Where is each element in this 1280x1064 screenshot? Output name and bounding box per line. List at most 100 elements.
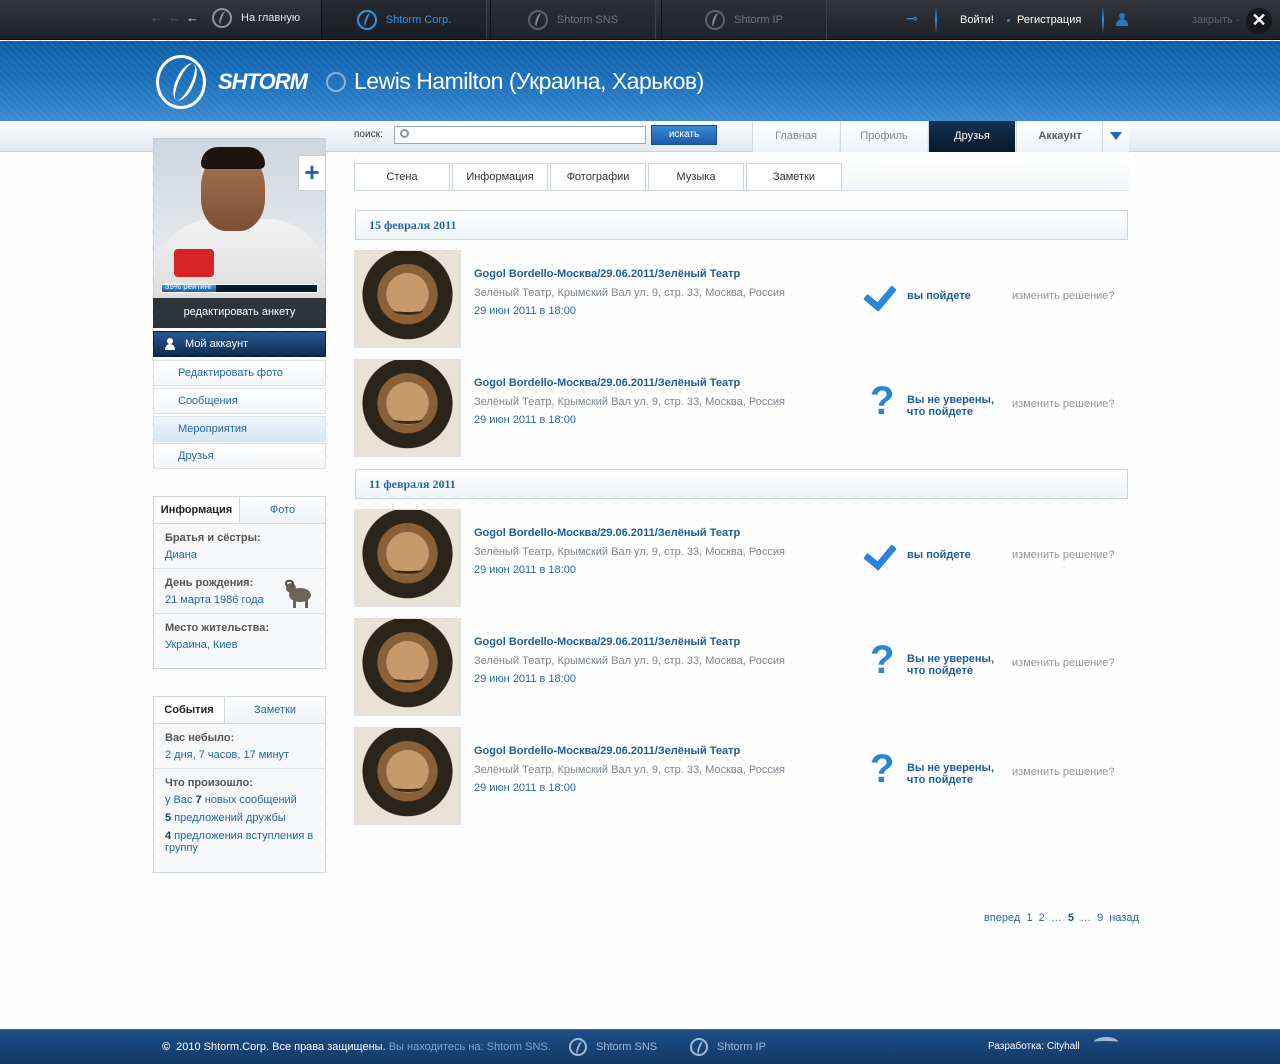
home-link[interactable]: На главную bbox=[212, 8, 300, 28]
nav-tab-profile[interactable]: Профиль bbox=[840, 121, 927, 152]
edit-profile-button[interactable]: редактировать анкету bbox=[153, 298, 326, 328]
tab-shtorm-ip[interactable]: Shtorm IP bbox=[661, 0, 827, 39]
sidebar-item-events[interactable]: Мероприятия bbox=[153, 416, 326, 442]
pager-forward[interactable]: вперед bbox=[984, 912, 1020, 924]
tab-wall[interactable]: Стена bbox=[354, 163, 450, 191]
pager-back[interactable]: назад bbox=[1109, 912, 1139, 924]
cityhall-logo-icon bbox=[1094, 1037, 1118, 1047]
text: предложений дружбы bbox=[174, 812, 286, 824]
register-link[interactable]: Регистрация bbox=[1017, 14, 1081, 26]
shtorm-logo-icon bbox=[527, 9, 548, 30]
pager-page-1[interactable]: 1 bbox=[1026, 912, 1032, 924]
search-icon bbox=[400, 129, 409, 138]
page-title: Lewis Hamilton (Украина, Харьков) bbox=[354, 68, 704, 94]
question-icon: ? bbox=[870, 747, 895, 791]
search-button[interactable]: искать bbox=[651, 125, 717, 145]
shtorm-logo-icon bbox=[705, 9, 726, 30]
event-title[interactable]: Gogol Bordello-Москва/29.06.2011/Зелёный… bbox=[474, 377, 740, 389]
event-thumbnail[interactable] bbox=[354, 250, 461, 348]
footer-link-sns[interactable]: Shtorm SNS bbox=[569, 1036, 657, 1058]
back-arrow-icon[interactable]: ← bbox=[150, 10, 163, 25]
change-decision-link[interactable]: изменить решение? bbox=[1012, 549, 1115, 561]
event-date: 29 июн 2011 в 18:00 bbox=[474, 414, 576, 426]
tab-events[interactable]: События bbox=[154, 697, 225, 723]
search-input[interactable] bbox=[394, 126, 646, 144]
tab-shtorm-sns[interactable]: Shtorm SNS bbox=[490, 0, 656, 39]
tab-notes[interactable]: Заметки bbox=[225, 697, 325, 723]
developer-credit[interactable]: Разработка: Cityhall bbox=[988, 1041, 1080, 1052]
change-decision-link[interactable]: изменить решение? bbox=[1012, 657, 1115, 669]
event-status: вы пойдете bbox=[907, 290, 971, 302]
text: новых сообщений bbox=[204, 794, 297, 806]
count: 7 bbox=[195, 794, 202, 806]
home-arrow-icon[interactable]: ← bbox=[186, 10, 199, 25]
bullet bbox=[1007, 19, 1010, 22]
change-decision-link[interactable]: изменить решение? bbox=[1012, 766, 1115, 778]
user-icon[interactable] bbox=[1116, 13, 1128, 26]
date-header: 15 февраля 2011 bbox=[355, 210, 1128, 240]
sidebar-item-friends[interactable]: Друзья bbox=[153, 443, 326, 469]
residence-value[interactable]: Украина, Киев bbox=[165, 639, 314, 651]
event-thumbnail[interactable] bbox=[354, 727, 461, 825]
avatar-sponsor bbox=[174, 249, 214, 277]
pager-page-2[interactable]: 2 bbox=[1039, 912, 1045, 924]
nav-tab-home[interactable]: Главная bbox=[752, 121, 839, 152]
event-thumbnail[interactable] bbox=[354, 359, 461, 457]
change-decision-link[interactable]: изменить решение? bbox=[1012, 398, 1115, 410]
tab-info[interactable]: Информация bbox=[452, 163, 548, 191]
event-title[interactable]: Gogol Bordello-Москва/29.06.2011/Зелёный… bbox=[474, 745, 740, 757]
key-icon[interactable]: ⊸ bbox=[895, 10, 929, 30]
event-date: 29 июн 2011 в 18:00 bbox=[474, 673, 576, 685]
event-address: Зелёный Театр, Крымский Вал ул. 9, стр. … bbox=[474, 287, 785, 299]
siblings-value[interactable]: Диана bbox=[165, 549, 314, 561]
event-title[interactable]: Gogol Bordello-Москва/29.06.2011/Зелёный… bbox=[474, 636, 740, 648]
count: 4 bbox=[165, 830, 172, 842]
event-status: вы пойдете bbox=[907, 549, 971, 561]
absent-label: Вас небыло: bbox=[165, 732, 235, 744]
happened-label: Что произошло: bbox=[165, 777, 253, 789]
back-arrow-icon[interactable]: ← bbox=[168, 10, 181, 25]
tab-shtorm-corp[interactable]: Shtorm Corp. bbox=[321, 0, 487, 39]
shtorm-logo-icon bbox=[356, 9, 377, 30]
nav-tab-friends[interactable]: Друзья bbox=[928, 121, 1015, 152]
tab-music[interactable]: Музыка bbox=[648, 163, 744, 191]
event-title[interactable]: Gogol Bordello-Москва/29.06.2011/Зелёный… bbox=[474, 527, 740, 539]
friend-requests-link[interactable]: 5 предложений дружбы bbox=[165, 812, 314, 824]
shtorm-logo-icon bbox=[690, 1038, 708, 1056]
tab-photos[interactable]: Фотографии bbox=[550, 163, 646, 191]
event-item: Gogol Bordello-Москва/29.06.2011/Зелёный… bbox=[354, 359, 1129, 458]
add-button[interactable]: + bbox=[298, 155, 326, 191]
group-invites-link[interactable]: 4 предложения вступления в группу bbox=[165, 830, 314, 854]
chevron-down-icon[interactable] bbox=[1102, 121, 1129, 152]
footer-link-ip[interactable]: Shtorm IP bbox=[690, 1036, 766, 1058]
event-item: Gogol Bordello-Москва/29.06.2011/Зелёный… bbox=[354, 509, 1129, 608]
tab-notes-main[interactable]: Заметки bbox=[746, 163, 842, 191]
copyright-text: 2010 Shtorm.Corp. Все права защищены. bbox=[176, 1041, 386, 1053]
count: 5 bbox=[165, 812, 172, 824]
event-title[interactable]: Gogol Bordello-Москва/29.06.2011/Зелёный… bbox=[474, 268, 740, 280]
change-decision-link[interactable]: изменить решение? bbox=[1012, 290, 1115, 302]
event-address: Зелёный Театр, Крымский Вал ул. 9, стр. … bbox=[474, 396, 785, 408]
login-link[interactable]: Войти! bbox=[960, 14, 994, 26]
text: предложения вступления в группу bbox=[165, 830, 314, 854]
event-date: 29 июн 2011 в 18:00 bbox=[474, 305, 576, 317]
close-label[interactable]: закрыть - bbox=[1192, 14, 1240, 26]
sidebar-item-my-account[interactable]: Мой аккаунт bbox=[153, 331, 326, 357]
event-status: Вы не уверены, что пойдете bbox=[907, 653, 994, 677]
event-date: 29 июн 2011 в 18:00 bbox=[474, 782, 576, 794]
rating-label: 35% рейтинг bbox=[165, 282, 213, 291]
tab-information[interactable]: Информация bbox=[154, 497, 240, 523]
nav-tab-account[interactable]: Аккаунт bbox=[1016, 121, 1103, 152]
event-address: Зелёный Театр, Крымский Вал ул. 9, стр. … bbox=[474, 655, 785, 667]
sidebar-item-edit-photo[interactable]: Редактировать фото bbox=[153, 360, 326, 386]
event-thumbnail[interactable] bbox=[354, 618, 461, 716]
sidebar-item-messages[interactable]: Сообщения bbox=[153, 388, 326, 414]
pager-last-page[interactable]: 9 bbox=[1097, 912, 1103, 924]
new-messages-link[interactable]: у Вас 7 новых сообщений bbox=[165, 794, 314, 806]
close-button[interactable]: ✕ bbox=[1246, 8, 1272, 34]
event-item: Gogol Bordello-Москва/29.06.2011/Зелёный… bbox=[354, 618, 1129, 717]
info-box: Информация Фото Братья и сёстры: Диана Д… bbox=[153, 496, 326, 669]
event-thumbnail[interactable] bbox=[354, 509, 461, 607]
tab-photo[interactable]: Фото bbox=[240, 497, 325, 523]
user-icon bbox=[165, 338, 175, 350]
